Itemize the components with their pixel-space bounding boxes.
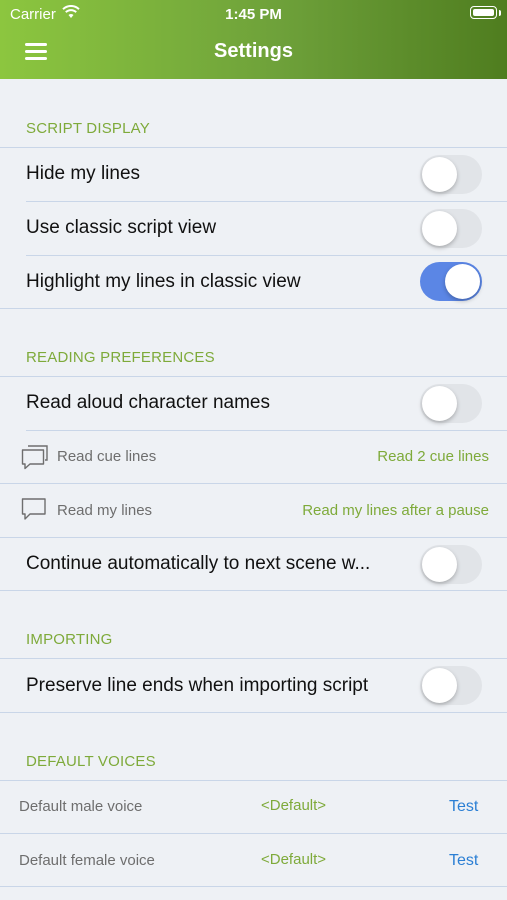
row-continue-next-scene: Continue automatically to next scene w..…	[0, 538, 507, 590]
speech-bubble-icon	[21, 498, 46, 520]
highlight-lines-label: Highlight my lines in classic view	[26, 271, 301, 292]
classic-view-toggle[interactable]	[420, 209, 482, 248]
hide-my-lines-label: Hide my lines	[26, 163, 141, 184]
toggle-knob	[422, 386, 457, 421]
status-bar: Carrier 1:45 PM	[0, 0, 507, 28]
hide-my-lines-toggle[interactable]	[420, 155, 482, 194]
row-highlight-lines: Highlight my lines in classic view	[0, 256, 507, 308]
preserve-line-ends-label: Preserve line ends when importing script	[26, 675, 369, 696]
section-header-importing: IMPORTING	[26, 631, 113, 648]
preserve-line-ends-toggle[interactable]	[420, 666, 482, 705]
continue-next-scene-label: Continue automatically to next scene w..…	[26, 553, 371, 574]
page-title: Settings	[214, 40, 293, 62]
section-header-reading-preferences: READING PREFERENCES	[26, 349, 215, 366]
nav-bar: Carrier 1:45 PM Settings	[0, 0, 507, 79]
toggle-knob	[422, 668, 457, 703]
section-header-script-display: SCRIPT DISPLAY	[26, 120, 150, 137]
toggle-knob	[445, 264, 480, 299]
continue-next-scene-toggle[interactable]	[420, 545, 482, 584]
toggle-knob	[422, 157, 457, 192]
divider	[0, 886, 507, 887]
clock: 1:45 PM	[225, 6, 282, 23]
divider	[0, 308, 507, 309]
male-voice-picker[interactable]: <Default>	[261, 797, 326, 814]
row-read-my-lines[interactable]: Read my lines Read my lines after a paus…	[0, 484, 507, 537]
female-voice-label: Default female voice	[19, 852, 155, 869]
read-my-lines-value: Read my lines after a pause	[302, 502, 489, 519]
section-header-default-voices: DEFAULT VOICES	[26, 753, 156, 770]
toggle-knob	[422, 211, 457, 246]
female-voice-picker[interactable]: <Default>	[261, 851, 326, 868]
double-speech-bubble-icon	[21, 445, 48, 470]
battery-icon	[470, 6, 497, 19]
divider	[0, 712, 507, 713]
classic-view-label: Use classic script view	[26, 217, 217, 238]
male-voice-label: Default male voice	[19, 798, 143, 815]
female-voice-test-button[interactable]: Test	[449, 852, 478, 870]
row-default-male-voice: Default male voice <Default> Test	[0, 781, 507, 833]
male-voice-test-button[interactable]: Test	[449, 798, 478, 816]
row-hide-my-lines: Hide my lines	[0, 148, 507, 201]
toggle-knob	[422, 547, 457, 582]
read-cue-lines-label: Read cue lines	[57, 448, 157, 465]
highlight-lines-toggle[interactable]	[420, 262, 482, 301]
divider	[0, 590, 507, 591]
row-classic-view: Use classic script view	[0, 202, 507, 255]
row-read-cue-lines[interactable]: Read cue lines Read 2 cue lines	[0, 431, 507, 483]
read-cue-lines-value: Read 2 cue lines	[377, 448, 489, 465]
read-names-toggle[interactable]	[420, 384, 482, 423]
row-default-female-voice: Default female voice <Default> Test	[0, 834, 507, 886]
read-names-label: Read aloud character names	[26, 392, 270, 413]
row-preserve-line-ends: Preserve line ends when importing script	[0, 659, 507, 712]
row-read-character-names: Read aloud character names	[0, 377, 507, 430]
read-my-lines-label: Read my lines	[57, 502, 153, 519]
